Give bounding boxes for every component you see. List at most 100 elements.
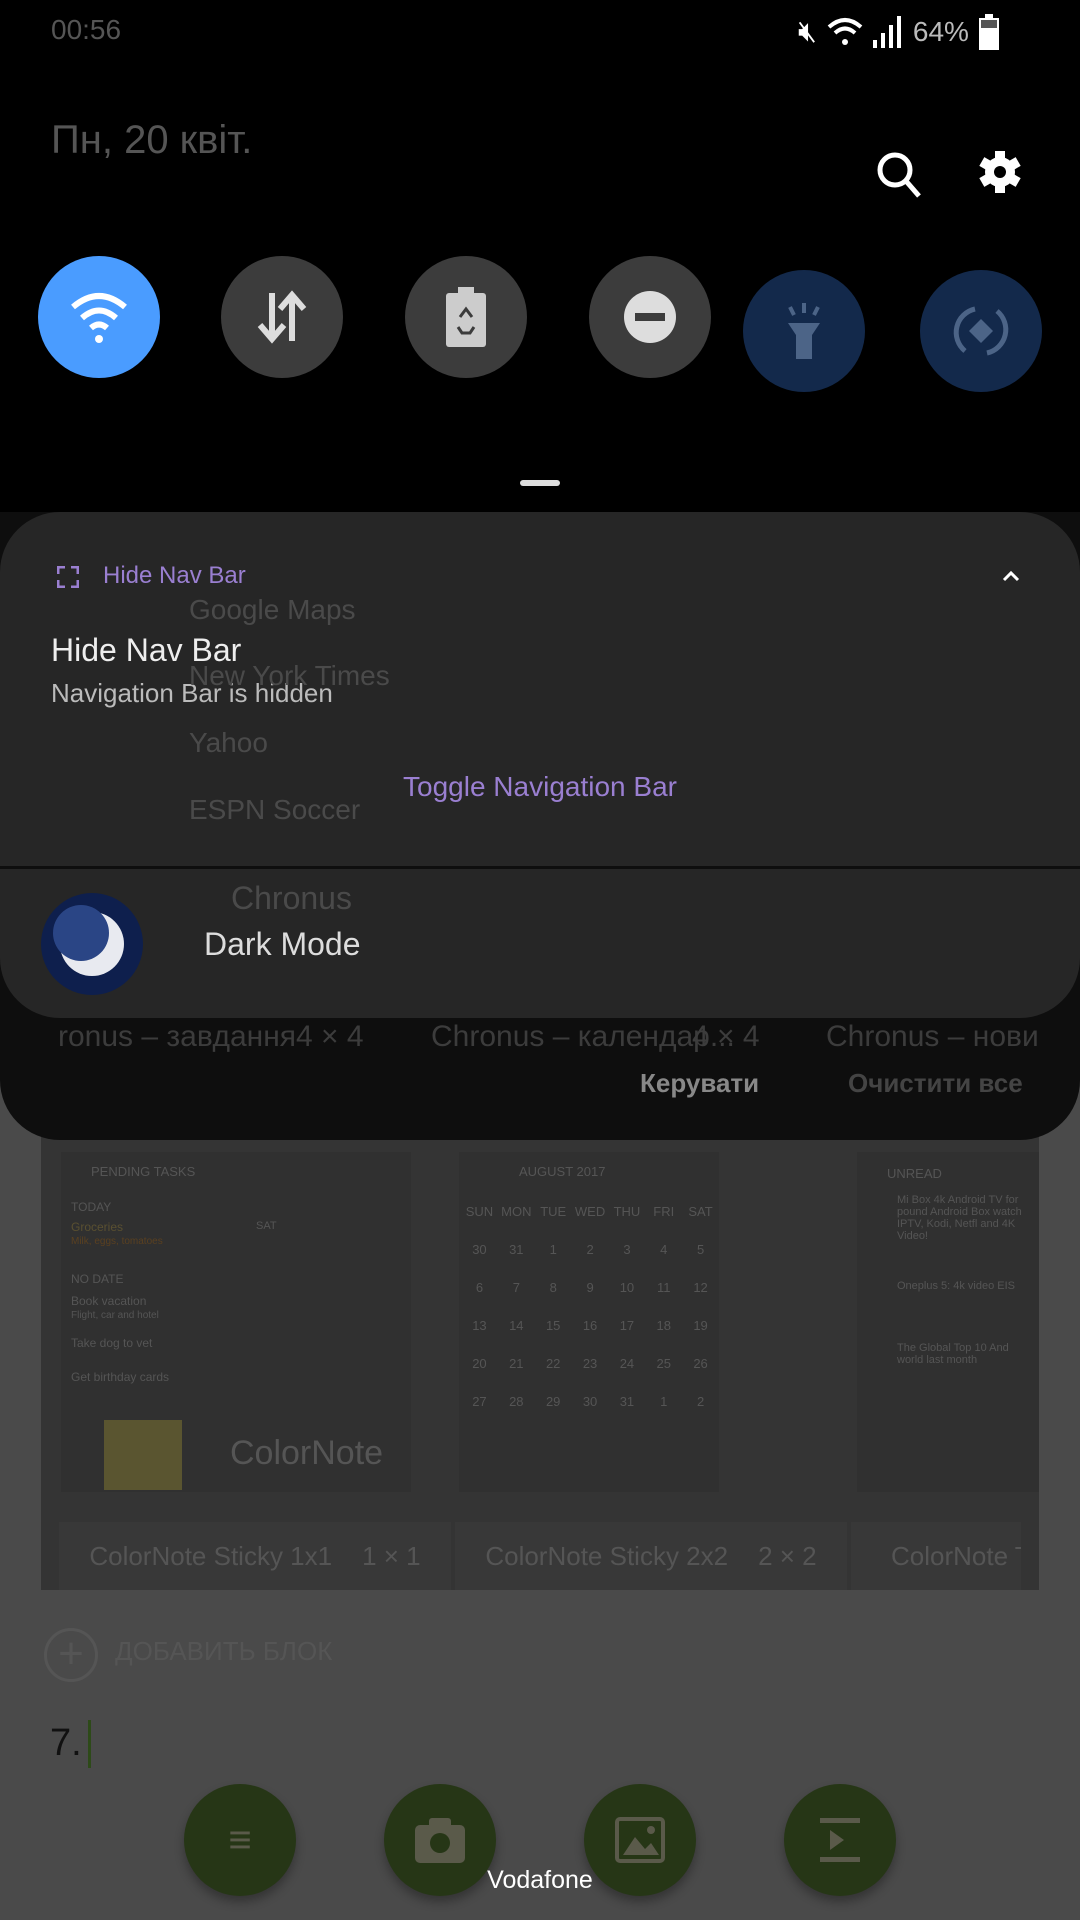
widget-option[interactable]: ColorNote T: [851, 1522, 1021, 1590]
news-header: UNREAD: [887, 1166, 942, 1181]
rotate-icon: [953, 306, 1009, 356]
calendar-cell: 17: [619, 1317, 635, 1333]
calendar-cell: 1: [660, 1393, 668, 1409]
calendar-cell: 29: [545, 1393, 561, 1409]
search-icon[interactable]: [875, 150, 923, 200]
calendar-cell: MON: [501, 1203, 532, 1219]
gear-icon[interactable]: [978, 150, 1022, 194]
sticky-widget-row: ColorNote Sticky 1x1 1 × 1 ColorNote Stic…: [59, 1522, 1021, 1590]
tile-wifi[interactable]: [38, 256, 160, 378]
wifi-icon: [71, 293, 127, 343]
news-item: Oneplus 5: 4k video EIS: [897, 1280, 1016, 1292]
calendar-cell: THU: [613, 1203, 641, 1219]
calendar-cell: 31: [619, 1393, 635, 1409]
calendar-cell: 30: [582, 1393, 598, 1409]
task-item: Groceries: [71, 1220, 124, 1234]
calendar-cell: 19: [693, 1317, 708, 1333]
flashlight-icon: [788, 303, 820, 359]
notification-card[interactable]: Hide Nav Bar Hide Nav Bar Navigation Bar…: [0, 512, 1080, 1018]
calendar-cell: 6: [475, 1279, 484, 1295]
calendar-cell: 27: [472, 1393, 487, 1409]
add-block-button[interactable]: ДОБАВИТЬ БЛОК: [115, 1636, 332, 1667]
battery-recycle-icon: [446, 287, 486, 347]
format-list-icon: ≡: [228, 1817, 252, 1862]
task-sub: Flight, car and hotel: [71, 1310, 159, 1321]
video-insert-icon: [820, 1818, 860, 1862]
calendar-cell: 22: [545, 1355, 561, 1371]
widget-option[interactable]: ColorNote Sticky 2x2 2 × 2: [455, 1522, 847, 1590]
manage-button[interactable]: Керувати: [640, 1068, 759, 1099]
text-cursor: [88, 1720, 91, 1768]
mute-vibrate-icon: 🔇︎: [798, 15, 817, 48]
add-block-icon[interactable]: +: [44, 1628, 98, 1682]
status-icons: 🔇︎ 64%: [798, 14, 999, 50]
calendar-cell: 1: [549, 1241, 557, 1257]
carrier-label: Vodafone: [487, 1866, 593, 1894]
dark-mode-label: Dark Mode: [204, 926, 361, 962]
calendar-cell: 23: [582, 1355, 598, 1371]
colornote-icon: [104, 1420, 182, 1490]
calendar-cell: 14: [509, 1317, 524, 1333]
calendar-cell: 25: [656, 1355, 671, 1371]
clear-all-button[interactable]: Очистити все: [848, 1068, 1023, 1099]
calendar-cell: 3: [623, 1241, 631, 1257]
calendar-cell: 7: [512, 1279, 520, 1295]
drag-handle[interactable]: [520, 480, 560, 486]
calendar-cell: 20: [472, 1355, 487, 1371]
tasks-today: TODAY: [71, 1200, 112, 1214]
calendar-cell: 21: [509, 1355, 524, 1371]
tile-battery-saver[interactable]: [405, 256, 527, 378]
news-item: Mi Box 4k Android TV for pound Android B…: [897, 1194, 1022, 1242]
calendar-widget-preview: AUGUST 2017 SUN MON TUE WED THU FRI SAT 30 31 1 2 3…: [459, 1152, 719, 1492]
calendar-cell: 4: [660, 1241, 668, 1257]
fullscreen-icon: [57, 566, 79, 588]
tasks-nodate: NO DATE: [71, 1272, 124, 1286]
calendar-cell: 30: [472, 1241, 487, 1257]
task-date: SAT: [256, 1220, 277, 1232]
calendar-cell: 12: [693, 1279, 708, 1295]
calendar-cell: SAT: [688, 1203, 713, 1219]
task-sub: Milk, eggs, tomatoes: [71, 1236, 163, 1247]
image-icon: [615, 1817, 665, 1863]
calendar-cell: 28: [509, 1393, 524, 1409]
calendar-cell: 26: [693, 1355, 708, 1371]
calendar-cell: 9: [586, 1279, 594, 1295]
calendar-cell: 16: [582, 1317, 598, 1333]
battery-icon: [978, 14, 999, 50]
toggle-navigation-bar-button[interactable]: Toggle Navigation Bar: [0, 771, 1080, 803]
chevron-up-icon[interactable]: [1001, 569, 1021, 583]
news-widget-preview: UNREAD Mi Box 4k Android TV for pound An…: [857, 1152, 1039, 1492]
calendar-cell: 24: [619, 1355, 635, 1371]
dark-mode-icon: [41, 893, 143, 995]
tile-flashlight[interactable]: [743, 270, 865, 392]
calendar-cell: 11: [656, 1279, 671, 1295]
notification-text: Navigation Bar is hidden: [51, 678, 333, 708]
task-item: Take dog to vet: [71, 1336, 153, 1350]
battery-percent: 64%: [912, 16, 969, 47]
calendar-cell: 10: [619, 1279, 635, 1295]
widget-option[interactable]: ColorNote Sticky 1x1 1 × 1: [59, 1522, 451, 1590]
status-time: 00:56: [51, 14, 122, 45]
calendar-cell: 18: [656, 1317, 671, 1333]
calendar-cell: 2: [586, 1241, 594, 1257]
editor-line[interactable]: 7.: [50, 1722, 82, 1765]
calendar-cell: FRI: [653, 1203, 675, 1219]
data-arrows-icon: [257, 290, 307, 344]
wifi-icon: [827, 18, 863, 45]
colornote-title: ColorNote: [230, 1434, 384, 1472]
calendar-header: AUGUST 2017: [519, 1164, 606, 1179]
notification-app-name: Hide Nav Bar: [103, 562, 246, 589]
tile-do-not-disturb[interactable]: [589, 256, 711, 378]
task-item: Book vacation: [71, 1294, 147, 1308]
calendar-cell: 2: [696, 1393, 705, 1409]
tile-mobile-data[interactable]: [221, 256, 343, 378]
minus-circle-icon: [624, 291, 676, 343]
notification-title: Hide Nav Bar: [51, 632, 242, 668]
calendar-cell: 13: [472, 1317, 487, 1333]
calendar-cell: SUN: [465, 1203, 494, 1219]
signal-icon: [872, 16, 901, 48]
divider: [0, 866, 1080, 869]
tile-auto-rotate[interactable]: [920, 270, 1042, 392]
date-label: Пн, 20 квіт.: [51, 118, 253, 162]
task-item: Get birthday cards: [71, 1370, 170, 1384]
